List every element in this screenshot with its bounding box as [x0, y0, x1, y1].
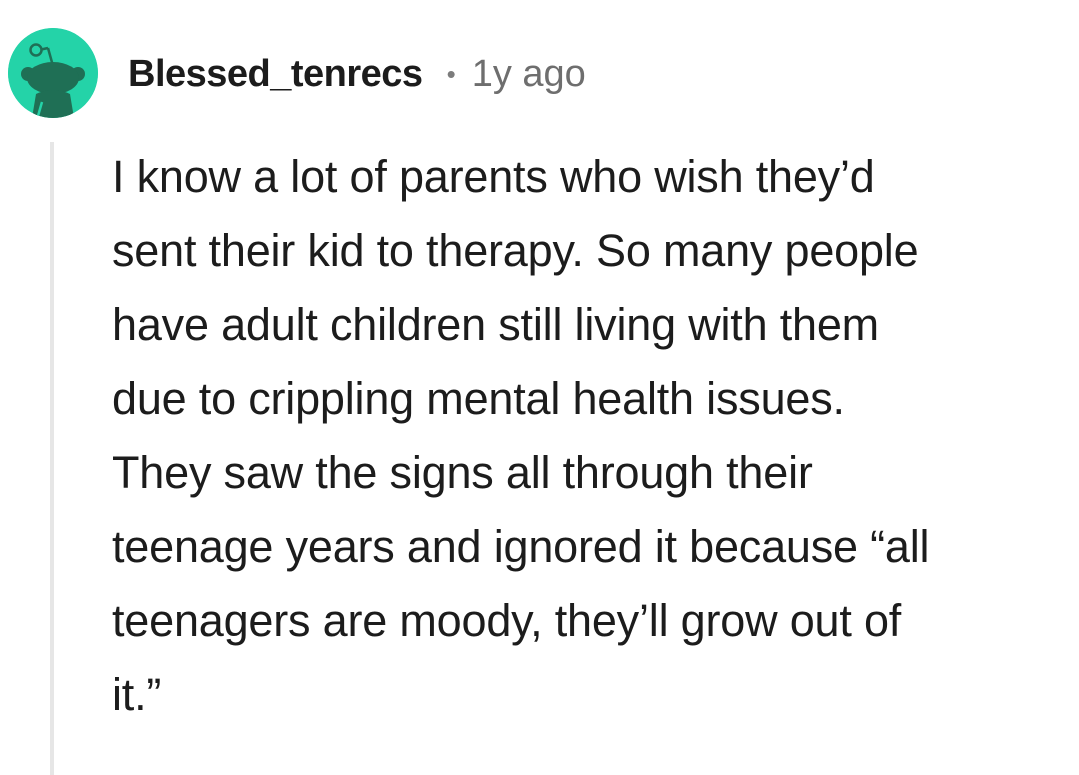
comment-body-line: it.” — [112, 669, 162, 720]
avatar[interactable] — [8, 28, 98, 118]
author-username[interactable]: Blessed_tenrecs — [128, 53, 423, 96]
comment-body: I know a lot of parents who wish they’d … — [112, 140, 1062, 732]
comment-body-line: have adult children still living with th… — [112, 299, 879, 350]
comment-body-line: I know a lot of parents who wish they’d — [112, 151, 875, 202]
comment-timestamp[interactable]: 1y ago — [472, 53, 586, 96]
comment-body-line: due to crippling mental health issues. — [112, 373, 845, 424]
comment-body-line: teenagers are moody, they’ll grow out of — [112, 595, 902, 646]
comment-body-line: teenage years and ignored it because “al… — [112, 521, 930, 572]
comment: Blessed_tenrecs • 1y ago I know a lot of… — [0, 0, 1079, 775]
comment-body-line: They saw the signs all through their — [112, 447, 813, 498]
comment-header: Blessed_tenrecs • 1y ago — [128, 44, 586, 104]
comment-body-line: sent their kid to therapy. So many peopl… — [112, 225, 919, 276]
snoo-avatar-icon — [8, 28, 98, 118]
thread-collapse-line[interactable] — [50, 142, 54, 775]
meta-separator: • — [446, 58, 456, 89]
